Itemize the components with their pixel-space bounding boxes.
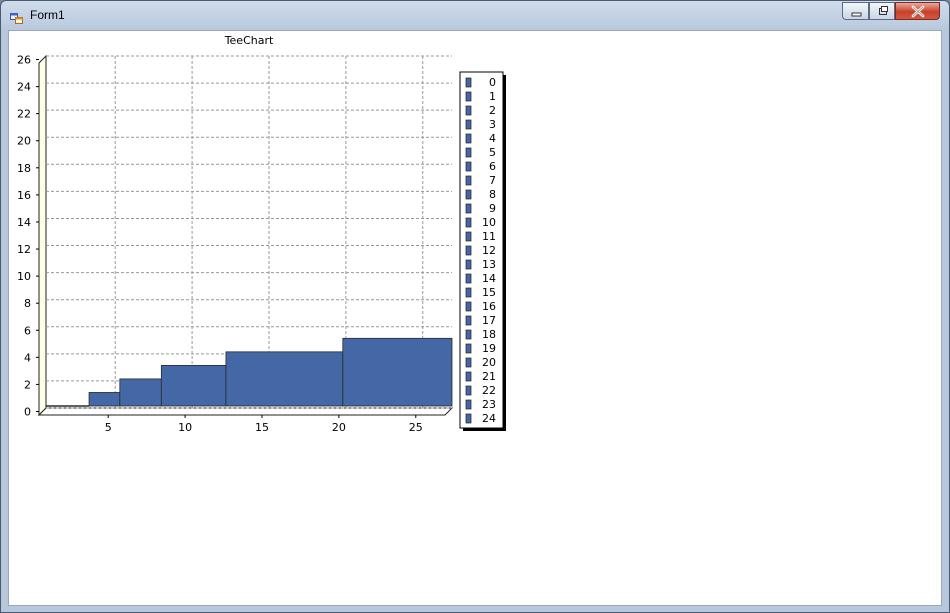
teechart[interactable]: TeeChart 024681012141618202224265 10 15 20 2… <box>9 31 941 605</box>
legend-swatch <box>465 357 472 368</box>
minimize-button[interactable] <box>842 2 869 20</box>
legend-entry-label: 1 <box>489 90 496 103</box>
legend-swatch <box>465 413 472 424</box>
legend-swatch <box>465 315 472 326</box>
legend-entry-label: 15 <box>482 286 496 299</box>
legend-entry-label: 2 <box>489 104 496 117</box>
legend-entry-label: 13 <box>482 258 496 271</box>
y-tick-label: 20 <box>17 135 31 148</box>
legend-swatch <box>465 287 472 298</box>
legend-entry-label: 4 <box>489 132 496 145</box>
legend-entry-label: 6 <box>489 160 496 173</box>
x-tick-label: 15 <box>255 421 269 434</box>
legend-swatch <box>465 371 472 382</box>
legend-swatch <box>465 245 472 256</box>
legend-swatch <box>465 91 472 102</box>
legend-entry-label: 0 <box>489 76 496 89</box>
floor <box>37 407 454 416</box>
legend-swatch <box>465 399 472 410</box>
legend-entry-label: 10 <box>482 216 496 229</box>
legend-swatch <box>465 329 472 340</box>
legend-entry-label: 21 <box>482 370 496 383</box>
legend-entry-label: 24 <box>482 412 496 425</box>
form-window-icon[interactable] <box>10 9 23 24</box>
legend-entry-label: 19 <box>482 342 496 355</box>
close-button[interactable] <box>895 2 940 20</box>
legend-entry-label: 12 <box>482 244 496 257</box>
x-tick-label: 25 <box>409 421 423 434</box>
y-tick-label: 6 <box>24 324 31 337</box>
bar[interactable] <box>160 364 227 407</box>
legend-entry-label: 17 <box>482 314 496 327</box>
legend-entry-label: 8 <box>489 188 496 201</box>
legend-swatch <box>465 175 472 186</box>
app-window: Form1 TeeChart 0 2 4 6 8 10 12 14 16 18 … <box>0 0 950 613</box>
legend-swatch <box>465 385 472 396</box>
x-tick-label: 10 <box>178 421 192 434</box>
legend-entry-label: 22 <box>482 384 496 397</box>
form-client-area: TeeChart 0 2 4 6 8 10 12 14 16 18 20 22 24 26 5 10 15 20 2… <box>8 30 942 606</box>
legend-entry-label: 23 <box>482 398 496 411</box>
y-tick-label: 22 <box>17 108 31 121</box>
legend-entry-label: 18 <box>482 328 496 341</box>
y-tick-label: 0 <box>24 406 31 419</box>
bar[interactable] <box>225 351 344 407</box>
legend-swatch <box>465 273 472 284</box>
legend-swatch <box>465 343 472 354</box>
legend-swatch <box>465 105 472 116</box>
y-tick-label: 8 <box>24 297 31 310</box>
legend-swatch <box>465 217 472 228</box>
legend-entry-label: 5 <box>489 146 496 159</box>
y-tick-label: 24 <box>17 81 31 94</box>
legend-swatch <box>465 231 472 242</box>
y-tick-label: 14 <box>17 216 31 229</box>
legend-swatch <box>465 301 472 312</box>
bar[interactable] <box>119 378 162 407</box>
legend-swatch <box>465 133 472 144</box>
y-tick-label: 10 <box>17 270 31 283</box>
legend-swatch <box>465 147 472 158</box>
bar[interactable] <box>88 392 121 407</box>
chart-title: TeeChart <box>224 34 274 47</box>
left-wall <box>38 54 47 417</box>
legend-entry-label: 9 <box>489 202 496 215</box>
y-tick-label: 26 <box>17 54 31 67</box>
y-tick-label: 18 <box>17 162 31 175</box>
y-tick-label: 2 <box>24 378 31 391</box>
maximize-button[interactable] <box>869 2 895 20</box>
x-tick-label: 5 <box>105 421 112 434</box>
legend-swatch <box>465 259 472 270</box>
y-tick-label: 4 <box>24 351 31 364</box>
legend-entry-label: 14 <box>482 272 496 285</box>
title-bar[interactable]: Form1 <box>1 1 949 29</box>
y-tick-label: 12 <box>17 243 31 256</box>
legend-swatch <box>465 189 472 200</box>
legend-entry-label: 16 <box>482 300 496 313</box>
window-title: Form1 <box>30 8 65 22</box>
legend-swatch <box>465 119 472 130</box>
x-tick-label: 20 <box>332 421 346 434</box>
legend-entry-label: 20 <box>482 356 496 369</box>
legend-entry-label: 11 <box>482 230 496 243</box>
bar[interactable] <box>342 337 453 407</box>
legend-entry-label: 7 <box>489 174 496 187</box>
legend-entry-label: 3 <box>489 118 496 131</box>
y-tick-label: 16 <box>17 189 31 202</box>
legend-swatch <box>465 203 472 214</box>
legend-swatch <box>465 77 472 88</box>
legend-swatch <box>465 161 472 172</box>
